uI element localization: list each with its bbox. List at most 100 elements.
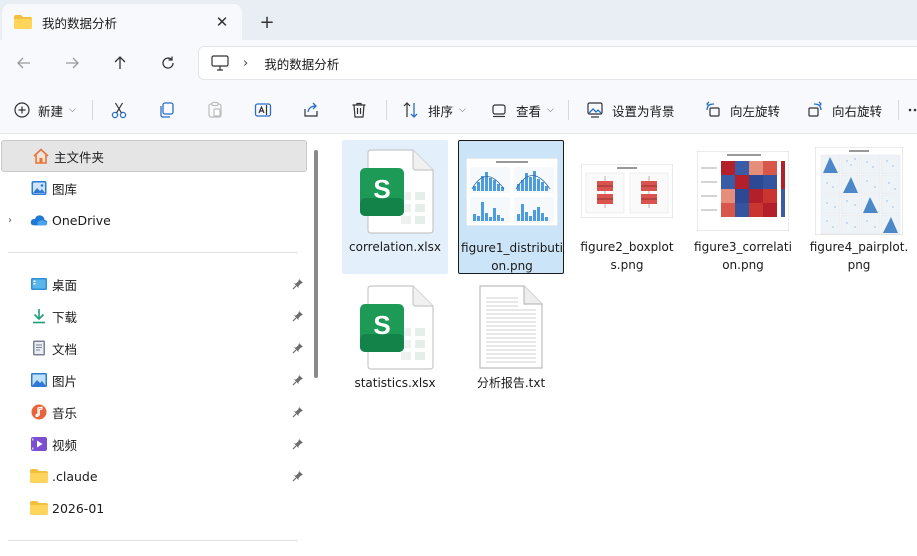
- view-button[interactable]: 查看 ⌵: [490, 98, 554, 122]
- file-name: figure2_boxplots.png: [580, 240, 674, 272]
- arrow-right-icon: [66, 57, 79, 69]
- sidebar-scrollbar[interactable]: [314, 150, 318, 378]
- new-label: 新建: [38, 103, 64, 119]
- breadcrumb-item[interactable]: 我的数据分析: [264, 54, 339, 73]
- file-item-figure3-correlation[interactable]: figure3_correlation.png: [690, 140, 796, 274]
- file-name: 分析报告.txt: [476, 376, 546, 390]
- chevron-down-icon: ⌵: [69, 105, 76, 115]
- excel-file-icon: S: [342, 282, 448, 372]
- sidebar-item-label: 下载: [52, 309, 78, 325]
- sidebar-item-documents[interactable]: 文档: [0, 332, 306, 364]
- view-icon: [492, 104, 506, 118]
- sidebar-item-downloads[interactable]: 下载: [0, 300, 306, 332]
- pin-icon[interactable]: [292, 342, 304, 354]
- sidebar-divider: [8, 540, 298, 541]
- file-item-figure2-boxplots[interactable]: figure2_boxplots.png: [574, 140, 680, 274]
- rotate-right-label: 向右旋转: [832, 103, 883, 119]
- sidebar-item-onedrive[interactable]: › OneDrive: [0, 204, 306, 236]
- sidebar-divider: [8, 252, 298, 253]
- pin-icon[interactable]: [292, 438, 304, 450]
- pin-icon[interactable]: [292, 278, 304, 290]
- sidebar-item-claude[interactable]: .claude: [0, 460, 306, 492]
- music-icon: [30, 403, 48, 421]
- forward-button[interactable]: [59, 50, 85, 76]
- computer-icon: [211, 55, 229, 71]
- file-item-figure4-pairplot[interactable]: figure4_pairplot.png: [806, 140, 912, 274]
- close-tab-icon[interactable]: ✕: [212, 12, 232, 32]
- sidebar-item-label: 桌面: [52, 277, 78, 293]
- command-bar: 新建 ⌵ 排序 ⌵ 查看 ⌵ 设置为背景 向左旋转 向右旋转: [0, 86, 917, 134]
- rotate-left-button[interactable]: 向左旋转: [704, 98, 780, 122]
- toolbar-divider: [92, 100, 93, 120]
- file-name: figure1_distribution.png: [461, 241, 563, 273]
- copy-icon: [160, 102, 174, 118]
- sidebar-item-music[interactable]: 音乐: [0, 396, 306, 428]
- file-name: correlation.xlsx: [349, 240, 441, 254]
- rename-button[interactable]: [254, 98, 272, 122]
- file-item-figure1-distribution[interactable]: figure1_distribution.png: [458, 140, 564, 274]
- svg-text:S: S: [373, 310, 390, 340]
- sidebar-item-2026-01[interactable]: 2026-01: [0, 492, 306, 524]
- sidebar-item-pictures[interactable]: 图片: [0, 364, 306, 396]
- back-button[interactable]: [11, 50, 37, 76]
- copy-button[interactable]: [158, 98, 176, 122]
- image-thumbnail-icon: [574, 146, 680, 236]
- toolbar-divider: [386, 100, 387, 120]
- delete-button[interactable]: [350, 98, 368, 122]
- up-button[interactable]: [107, 50, 133, 76]
- chevron-right-icon[interactable]: ›: [8, 215, 12, 226]
- file-item-correlation-xlsx[interactable]: S correlation.xlsx: [342, 140, 448, 274]
- file-name: figure3_correlation.png: [694, 240, 792, 272]
- file-item-analysis-report-txt[interactable]: 分析报告.txt: [458, 276, 564, 410]
- refresh-icon: [162, 56, 174, 69]
- sidebar-item-home[interactable]: 主文件夹: [1, 140, 307, 172]
- toolbar-divider: [898, 100, 899, 120]
- rotate-left-label: 向左旋转: [730, 103, 781, 119]
- new-tab-button[interactable]: +: [256, 11, 278, 33]
- trash-icon: [352, 102, 366, 118]
- pin-icon[interactable]: [292, 470, 304, 482]
- pin-icon[interactable]: [292, 406, 304, 418]
- address-row: › 我的数据分析: [0, 40, 917, 86]
- sidebar-item-label: 音乐: [52, 405, 78, 421]
- sidebar-item-videos[interactable]: 视频: [0, 428, 306, 460]
- sidebar-item-desktop[interactable]: 桌面: [0, 268, 306, 300]
- sidebar-item-label: 2026-01: [52, 500, 105, 516]
- view-label: 查看: [516, 103, 542, 119]
- video-icon: [30, 435, 48, 453]
- sidebar-item-label: 主文件夹: [54, 149, 105, 165]
- chevron-down-icon: ⌵: [547, 105, 554, 115]
- rotate-left-icon: [706, 101, 720, 117]
- sort-button[interactable]: 排序 ⌵: [402, 98, 466, 122]
- file-item-statistics-xlsx[interactable]: S statistics.xlsx: [342, 276, 448, 410]
- file-name: statistics.xlsx: [354, 376, 436, 390]
- pin-icon[interactable]: [292, 374, 304, 386]
- pin-icon[interactable]: [292, 310, 304, 322]
- file-name: figure4_pairplot.png: [809, 240, 909, 272]
- rename-icon: [254, 103, 272, 117]
- refresh-button[interactable]: [155, 50, 181, 76]
- gallery-icon: [30, 179, 48, 197]
- address-bar[interactable]: › 我的数据分析: [198, 46, 917, 80]
- sort-icon: [403, 102, 418, 118]
- set-background-button[interactable]: 设置为背景: [586, 98, 675, 122]
- tab-my-data-analysis[interactable]: 我的数据分析 ✕: [2, 4, 242, 40]
- pictures-icon: [30, 371, 48, 389]
- share-button[interactable]: [302, 98, 320, 122]
- excel-file-icon: S: [342, 146, 448, 236]
- arrow-left-icon: [17, 57, 30, 69]
- rotate-right-button[interactable]: 向右旋转: [806, 98, 882, 122]
- file-view: S correlation.xlsx figure1_distribution.…: [324, 134, 917, 556]
- text-file-icon: [458, 282, 564, 372]
- cloud-icon: [30, 211, 48, 229]
- share-icon: [304, 102, 318, 117]
- new-button[interactable]: 新建 ⌵: [14, 98, 76, 122]
- more-options-button[interactable]: [906, 98, 917, 122]
- paste-button[interactable]: [206, 98, 224, 122]
- cut-button[interactable]: [110, 98, 128, 122]
- sidebar-item-label: 图库: [52, 181, 78, 197]
- sidebar-item-gallery[interactable]: 图库: [0, 172, 306, 204]
- image-thumbnail-icon: [459, 147, 565, 237]
- sidebar-item-label: 图片: [52, 373, 78, 389]
- set-background-label: 设置为背景: [612, 103, 675, 119]
